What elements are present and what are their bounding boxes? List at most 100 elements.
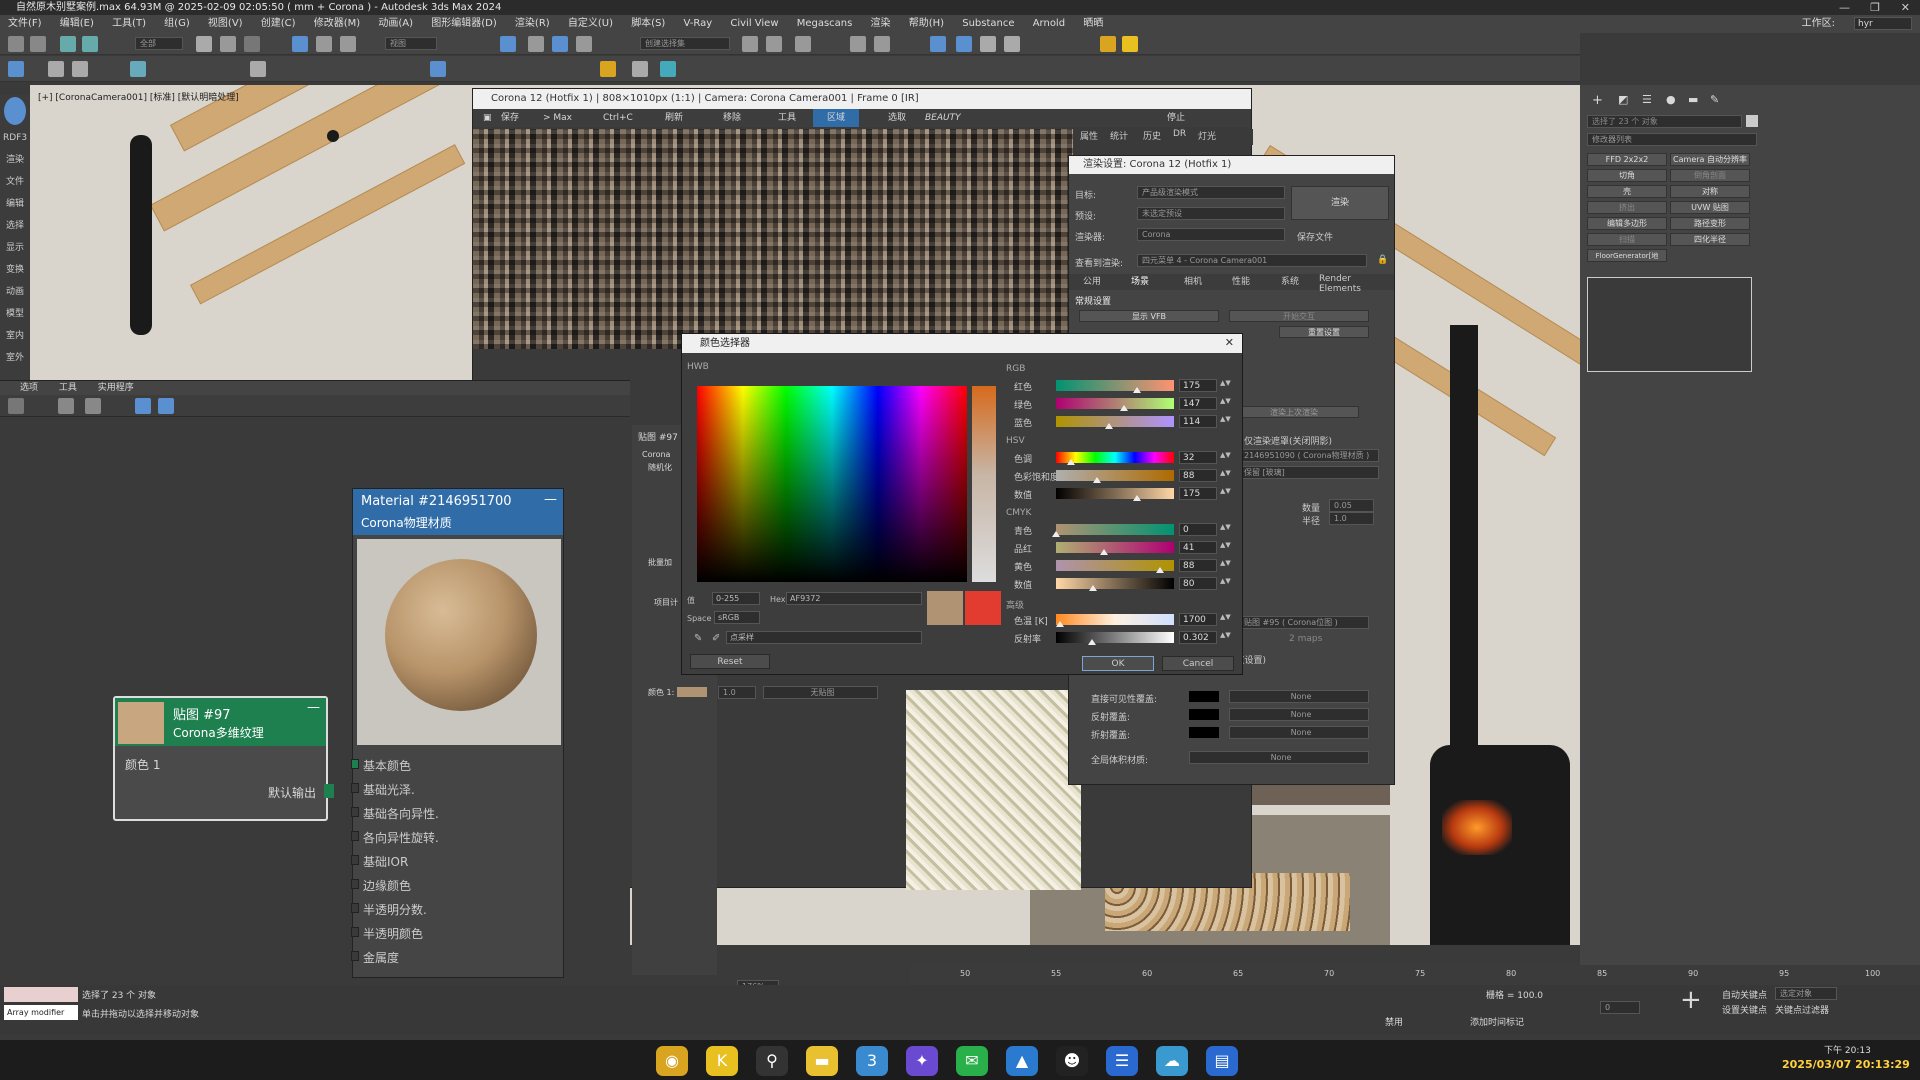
warning-icon[interactable] [1122,36,1138,52]
app-icon[interactable] [4,97,26,125]
vfb-save-button[interactable]: 保存 [501,109,519,127]
advanced-section[interactable]: 高级 [1006,598,1024,611]
vfb-stop-button[interactable]: 停止 [1167,109,1185,127]
vfb-tab-lights[interactable]: 灯光 [1198,129,1216,142]
menu-substance[interactable]: Substance [962,18,1014,29]
direct-visibility-swatch[interactable] [1189,691,1219,702]
color-gradient-area[interactable] [697,386,967,582]
temperature-value[interactable]: 1700 [1179,613,1217,626]
menu-graph-editors[interactable]: 图形编辑器(D) [431,18,497,29]
port-aniso-rotation[interactable]: 各向异性旋转. [351,829,439,846]
modify-icon[interactable] [48,61,64,77]
vfb-beauty-dropdown[interactable]: BEAUTY [925,109,961,127]
vfb-save-icon[interactable]: ▣ [483,109,492,127]
mask-only-checkbox[interactable]: 仅渲染遮罩(关闭阴影) [1244,434,1332,447]
render-last-button[interactable]: 渲染上次渲染 [1229,406,1359,418]
reset-settings-button[interactable]: 重置设置 [1279,326,1369,338]
move-icon[interactable] [292,36,308,52]
viewport-label[interactable]: [+] [CoronaCamera001] [标准] [默认明暗处理] [38,90,239,103]
port-base-aniso[interactable]: 基础各向异性. [351,805,439,822]
tab-performance[interactable]: 性能 [1232,274,1250,287]
black-spinner-icon[interactable]: ▲▼ [1220,577,1231,585]
sme-zero-icon[interactable] [58,398,74,414]
reset-button[interactable]: Reset [690,654,770,669]
temperature-spinner-icon[interactable]: ▲▼ [1220,613,1231,621]
old-color-swatch[interactable] [965,591,1001,625]
red-value[interactable]: 175 [1179,379,1217,392]
photos-icon[interactable]: ▲ [1006,1046,1038,1076]
cyan-value[interactable]: 0 [1179,523,1217,536]
vfb-tools-button[interactable]: 工具 [778,109,796,127]
scene-explorer-icon[interactable] [600,61,616,77]
green-slider[interactable] [1056,398,1174,409]
view-dropdown[interactable]: 四元菜单 4 - Corona Camera001 [1137,254,1367,267]
black-value[interactable]: 80 [1179,577,1217,590]
override-section[interactable]: (设置) [1241,653,1266,666]
sme-background-icon[interactable] [158,398,174,414]
mod-chamfer-button[interactable]: 切角 [1587,169,1667,182]
menu-customize[interactable]: 自定义(U) [568,18,613,29]
paint-icon[interactable] [430,61,446,77]
left-tab-edit[interactable]: 编辑 [0,193,30,215]
hierarchy-icon[interactable] [72,61,88,77]
cloud-icon[interactable] [632,61,648,77]
mod-extrude-button[interactable]: 挤出 [1587,201,1667,214]
vfb-remove-button[interactable]: 移除 [723,109,741,127]
mod-bevel-profile-button[interactable]: 倒角剖面 [1670,169,1750,182]
left-tab-animation[interactable]: 动画 [0,281,30,303]
map-node-output[interactable]: 默认输出 [268,784,316,801]
hue-value[interactable]: 32 [1179,451,1217,464]
curve-editor-icon[interactable] [850,36,866,52]
saturation-spinner-icon[interactable]: ▲▼ [1220,469,1231,477]
modifier-field[interactable]: Array modifier [4,1005,78,1020]
reflection-override-label[interactable]: 反射覆盖: [1091,710,1130,723]
green-spinner-icon[interactable]: ▲▼ [1220,397,1231,405]
percent-snap-icon[interactable] [576,36,592,52]
close-icon[interactable]: ✕ [1901,0,1910,15]
vfb-pick-button[interactable]: 选取 [888,109,906,127]
pivot-icon[interactable] [500,36,516,52]
section-general[interactable]: 常规设置 [1075,294,1111,307]
preset-dropdown[interactable]: 未选定预设 [1137,207,1285,220]
cyan-slider[interactable] [1056,524,1174,535]
utilities-tab-icon[interactable]: ✎ [1710,93,1719,106]
modifier-stack[interactable] [1587,277,1752,372]
magenta-value[interactable]: 41 [1179,541,1217,554]
menu-create[interactable]: 创建(C) [261,18,296,29]
hue-knob[interactable] [1066,459,1075,465]
menu-share[interactable]: 晒晒 [1083,18,1103,29]
output-socket[interactable] [324,784,334,798]
magenta-knob[interactable] [1100,549,1109,555]
material-node-header[interactable]: Material #2146951700 Corona物理材质 — [353,489,563,535]
tab-system[interactable]: 系统 [1281,274,1299,287]
sme-show-map-icon[interactable] [135,398,151,414]
left-tab-model[interactable]: 模型 [0,303,30,325]
ok-button[interactable]: OK [1082,656,1154,671]
cyan-spinner-icon[interactable]: ▲▼ [1220,523,1231,531]
align-icon[interactable] [766,36,782,52]
menu-scripting[interactable]: 脚本(S) [631,18,665,29]
color1-multiplier[interactable]: 1.0 [718,686,756,699]
vfb-region-button[interactable]: 区域 [813,109,860,127]
global-volume-label[interactable]: 全局体积材质: [1091,753,1148,766]
yellow-value[interactable]: 88 [1179,559,1217,572]
set-key-icon[interactable]: + [1680,985,1702,1015]
mod-uvw-button[interactable]: UVW 贴图 [1670,201,1750,214]
menu-render2[interactable]: 渲染 [871,18,891,29]
collapse-icon[interactable]: — [544,492,557,507]
maximize-icon[interactable]: ❐ [1870,0,1880,15]
reflectance-value[interactable]: 0.302 [1179,631,1217,644]
left-tab-file[interactable]: 文件 [0,171,30,193]
close-icon[interactable]: ✕ [1225,336,1234,349]
saturation-slider[interactable] [1056,470,1174,481]
rotate-icon[interactable] [316,36,332,52]
mod-ffd-button[interactable]: FFD 2x2x2 [1587,153,1667,166]
max-app-icon[interactable]: 3 [856,1046,888,1076]
ref-coord-dropdown[interactable]: 视图 [385,37,437,50]
unlink-icon[interactable] [82,36,98,52]
eyedropper-alt-icon[interactable]: ✐ [712,633,720,644]
menu-group[interactable]: 组(G) [164,18,190,29]
disabled-label[interactable]: 禁用 [1385,1015,1403,1028]
undo-icon[interactable] [8,36,24,52]
cmyk-section[interactable]: CMYK [1006,508,1031,518]
